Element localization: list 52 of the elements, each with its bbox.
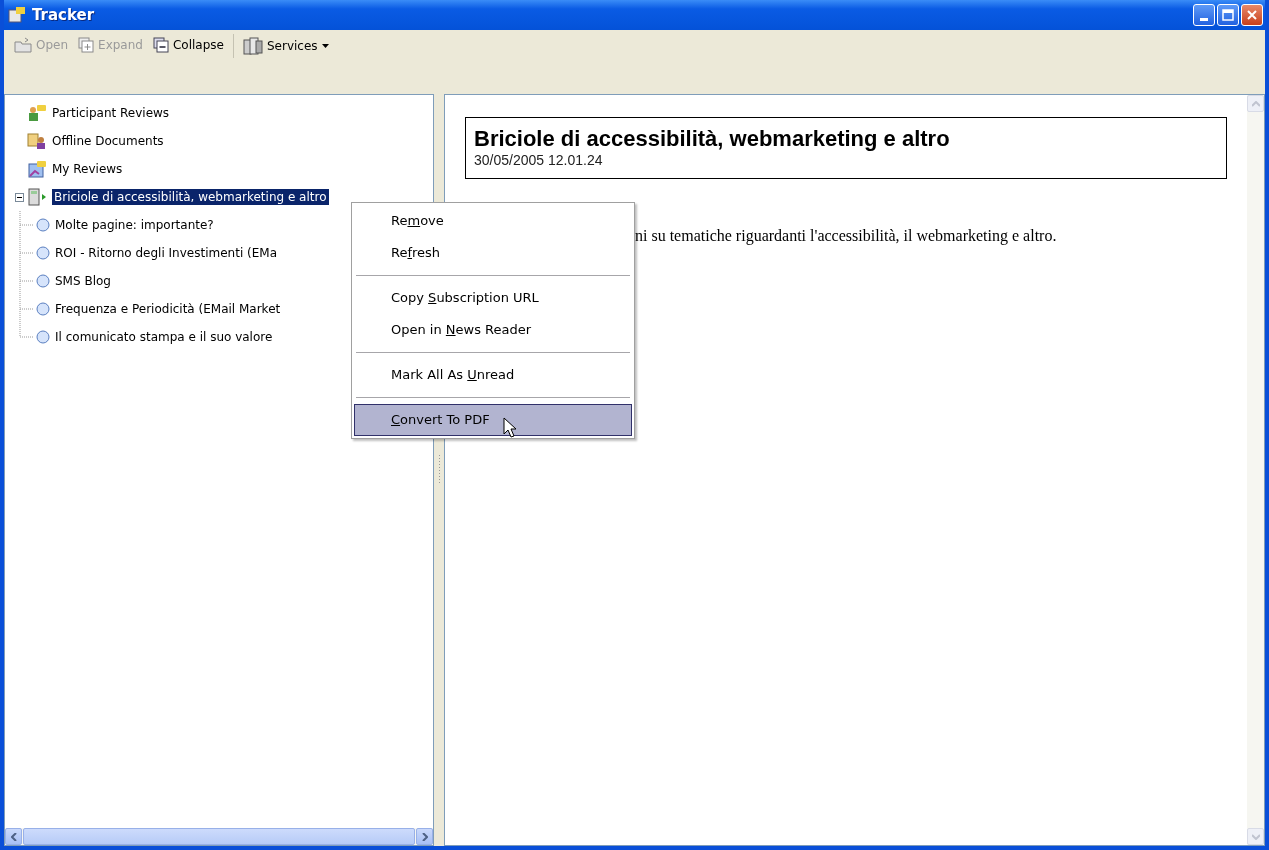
tree-item[interactable]: Briciole di accessibilità, webmarketing e altro [52, 189, 329, 205]
bullet-icon [36, 330, 50, 344]
document-text: ni su tematiche riguardanti l'accessibilità, il webmarketing e altro. [635, 227, 1058, 245]
tree-line [19, 239, 33, 267]
maximize-button[interactable] [1217, 4, 1239, 26]
toolbar-button[interactable]: Collapse [148, 34, 228, 56]
chevron-up-icon [1251, 100, 1260, 107]
grip-icon [437, 455, 441, 485]
review-icon [27, 160, 47, 178]
menu-item[interactable]: Mark All As Unread [354, 359, 632, 391]
tree-item[interactable]: Il comunicato stampa e il suo valore [53, 329, 275, 345]
chevron-down-icon [1251, 833, 1260, 840]
expand-icon [78, 37, 95, 53]
chevron-left-icon [10, 832, 17, 841]
tree-line [19, 267, 33, 295]
menu-item[interactable]: Open in News Reader [354, 314, 632, 346]
bullet-icon [36, 302, 50, 316]
tree-item[interactable]: My Reviews [50, 161, 125, 177]
server-icon [242, 37, 263, 55]
toolbar-button[interactable]: Services [238, 34, 333, 58]
document-date: 30/05/2005 12.01.24 [474, 152, 604, 168]
close-icon [1246, 9, 1258, 21]
collapse-icon[interactable] [15, 192, 24, 202]
scroll-right-button[interactable] [416, 828, 433, 845]
app-icon [8, 6, 26, 24]
tree-item[interactable]: Participant Reviews [50, 105, 172, 121]
tree-item[interactable]: Frequenza e Periodicità (EMail Market [53, 301, 283, 317]
bullet-icon [36, 246, 50, 260]
scroll-left-button[interactable] [5, 828, 22, 845]
menu-item[interactable]: Remove [354, 205, 632, 237]
close-button[interactable] [1241, 4, 1263, 26]
chevron-right-icon [421, 832, 428, 841]
collapse-icon [152, 37, 169, 53]
bullet-icon [36, 218, 50, 232]
documents-icon [27, 132, 47, 150]
tree-line [19, 211, 33, 239]
document-title: Briciole di accessibilità, webmarketing e altro [474, 126, 951, 152]
menu-item[interactable]: Convert To PDF [354, 404, 632, 436]
people-icon [27, 104, 47, 122]
menu-item[interactable]: Copy Subscription URL [354, 282, 632, 314]
minimize-icon [1200, 17, 1208, 21]
tree-item[interactable]: SMS Blog [53, 273, 113, 289]
scrollbar-thumb[interactable] [23, 828, 415, 845]
bullet-icon [36, 274, 50, 288]
minimize-button[interactable] [1193, 4, 1215, 26]
menu-item[interactable]: Refresh [354, 237, 632, 269]
folder-icon [14, 37, 32, 53]
window-title: Tracker [32, 6, 95, 24]
tree-item[interactable]: Molte pagine: importante? [53, 217, 216, 233]
tree-item[interactable]: Offline Documents [50, 133, 166, 149]
maximize-icon [1222, 9, 1234, 21]
tree-item[interactable]: ROI - Ritorno degli Investimenti (EMa [53, 245, 279, 261]
